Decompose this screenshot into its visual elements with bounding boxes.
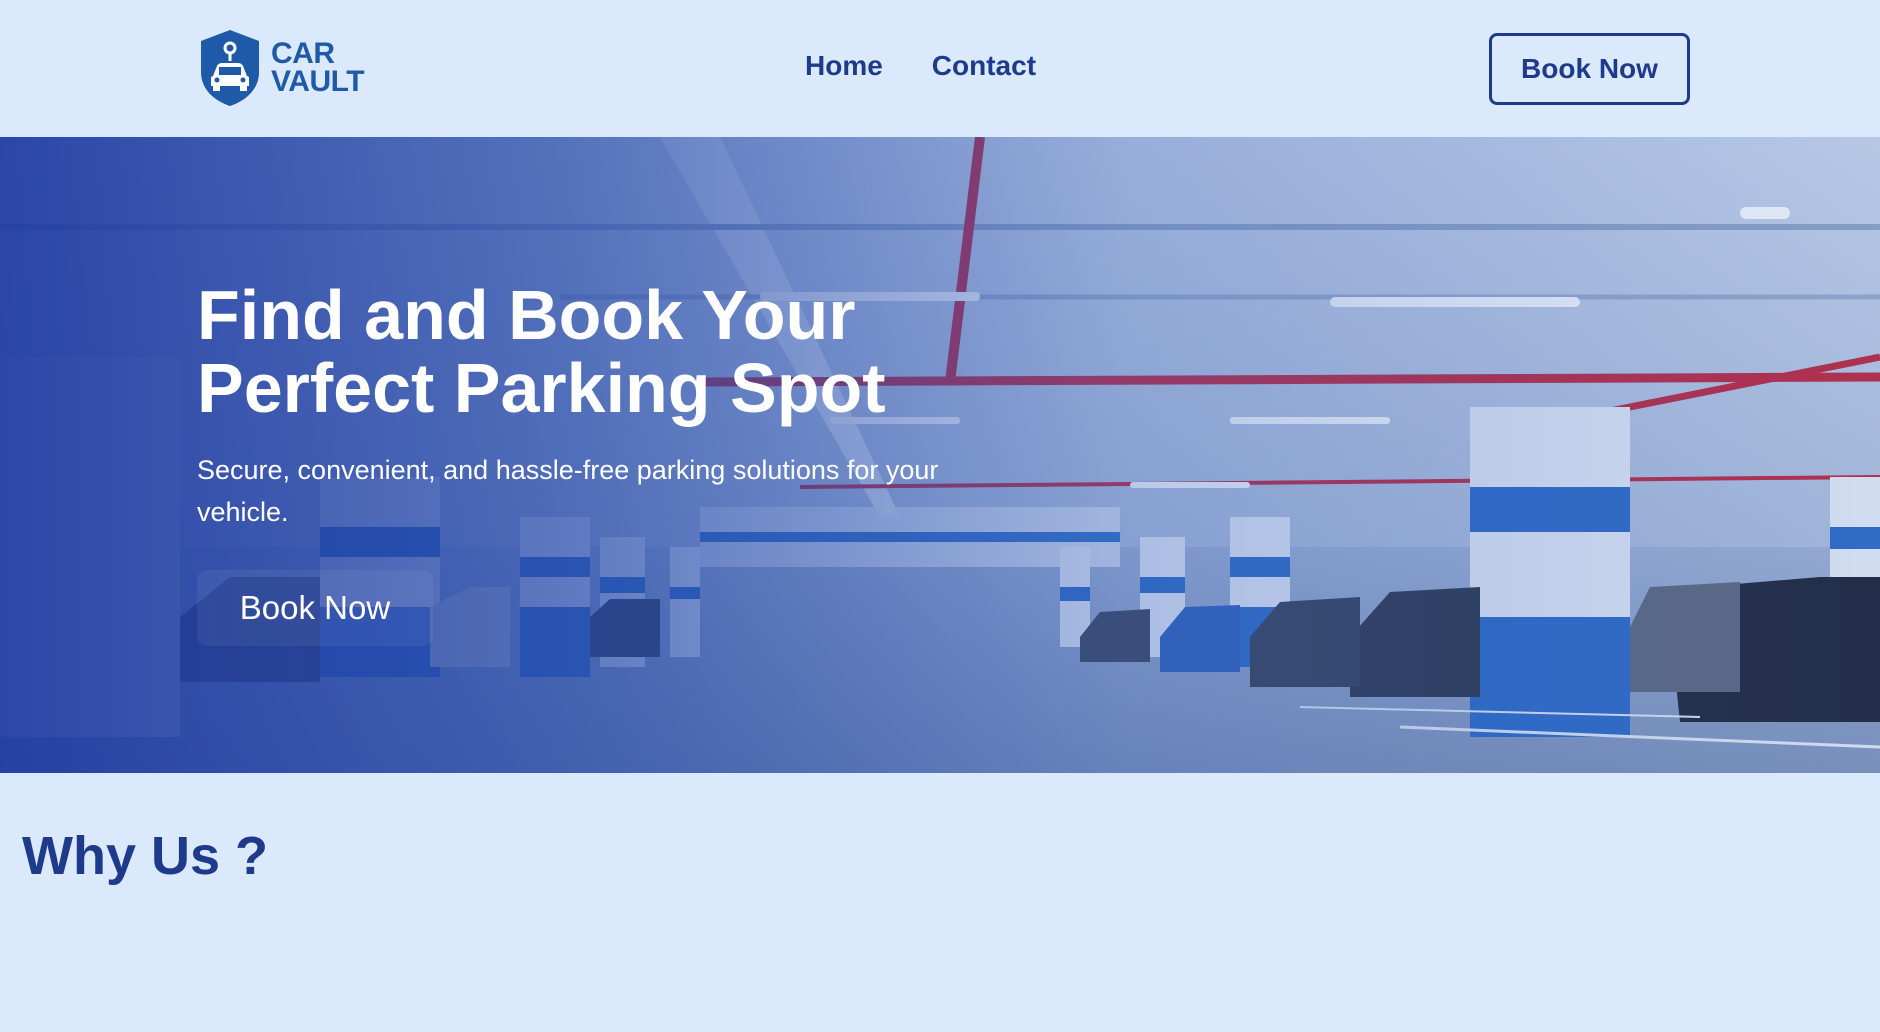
hero-section: Find and Book Your Perfect Parking Spot … [0,137,1880,773]
hero-book-now-button[interactable]: Book Now [197,570,433,646]
nav-home-link[interactable]: Home [805,50,883,82]
brand-name: CAR VAULT [271,37,365,98]
brand-name-line2: VAULT [271,65,365,98]
brand-logo[interactable]: CAR VAULT [197,28,365,108]
shield-car-icon [201,30,259,106]
hero-title: Find and Book Your Perfect Parking Spot [197,276,886,427]
why-us-heading: Why Us ? [22,826,269,886]
nav-contact-link[interactable]: Contact [932,50,1036,82]
site-header: CAR VAULT Home Contact Book Now [0,0,1880,137]
main-nav: Home Contact [805,50,1036,82]
hero-subtitle: Secure, convenient, and hassle-free park… [197,455,939,527]
brand-name-line1: CAR [271,37,335,70]
header-book-now-button[interactable]: Book Now [1489,33,1690,105]
